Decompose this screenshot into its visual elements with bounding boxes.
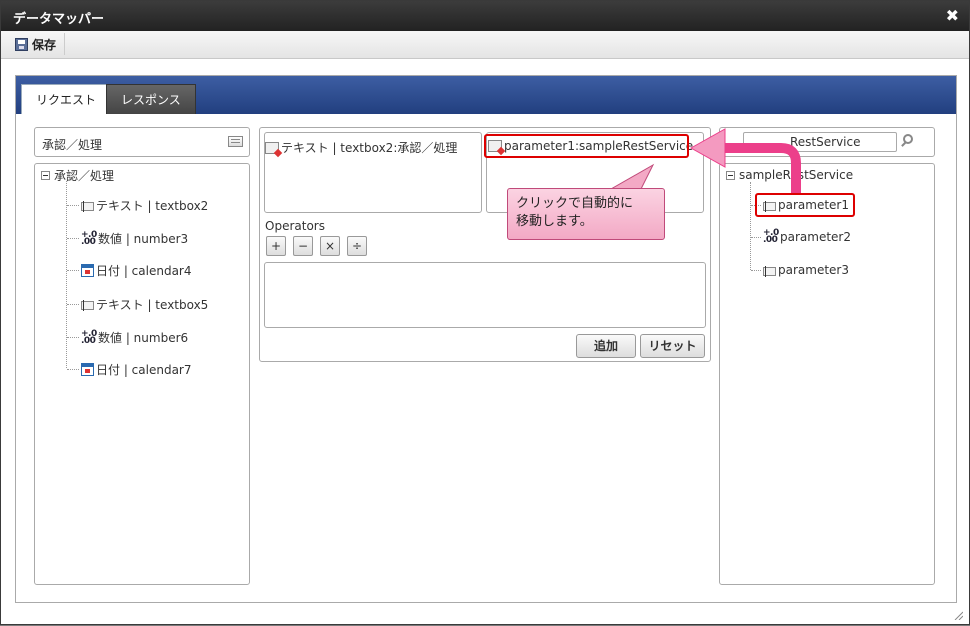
callout-line-1: クリックで自動的に — [516, 196, 634, 211]
callout-line-2: 移動します。 — [516, 214, 593, 229]
resize-grip-icon[interactable] — [953, 610, 963, 620]
data-mapper-dialog: データマッパー ✖ 保存 リクエスト レスポンス 承認／処理 承認／処理 テキス… — [0, 0, 970, 625]
tooltip-callout: クリックで自動的に 移動します。 — [507, 188, 665, 240]
annotation-arrow — [609, 128, 801, 193]
